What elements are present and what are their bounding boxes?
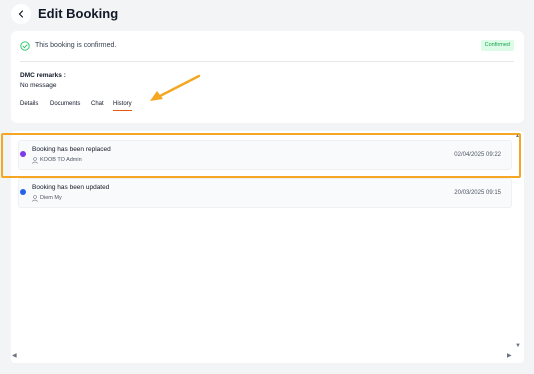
chevron-left-icon — [18, 10, 24, 18]
history-date: 20/03/2025 09:15 — [454, 190, 501, 196]
user-icon — [32, 195, 38, 202]
annotation-arrow-icon — [150, 74, 201, 101]
annotation-highlight-box — [1, 133, 521, 178]
status-dot — [20, 189, 26, 195]
back-button[interactable] — [11, 4, 31, 24]
status-row: This booking is confirmed. Confirmed — [11, 31, 524, 61]
tab-documents[interactable]: Documents — [50, 101, 80, 110]
tab-chat[interactable]: Chat — [91, 101, 104, 110]
history-user: Diem My — [40, 195, 62, 201]
divider — [20, 61, 514, 62]
page-header: Edit Booking — [0, 0, 534, 30]
remarks-label: DMC remarks : — [20, 72, 66, 79]
tab-details[interactable]: Details — [20, 101, 38, 110]
scroll-right-icon[interactable]: ▶ — [507, 352, 512, 359]
status-badge: Confirmed — [480, 40, 514, 51]
history-item[interactable]: Booking has been updated Diem My 20/03/2… — [18, 178, 512, 208]
history-title: Booking has been updated — [32, 184, 110, 191]
booking-summary-card: This booking is confirmed. Confirmed DMC… — [11, 31, 524, 123]
tab-history[interactable]: History — [113, 101, 132, 111]
scroll-down-icon[interactable]: ▼ — [515, 343, 521, 349]
remarks-value: No message — [20, 82, 57, 89]
page-title: Edit Booking — [38, 6, 119, 21]
scroll-left-icon[interactable]: ◀ — [12, 352, 17, 359]
check-circle-icon — [20, 41, 30, 51]
status-message: This booking is confirmed. — [35, 42, 117, 49]
scroll-up-icon[interactable]: ▲ — [515, 133, 520, 139]
